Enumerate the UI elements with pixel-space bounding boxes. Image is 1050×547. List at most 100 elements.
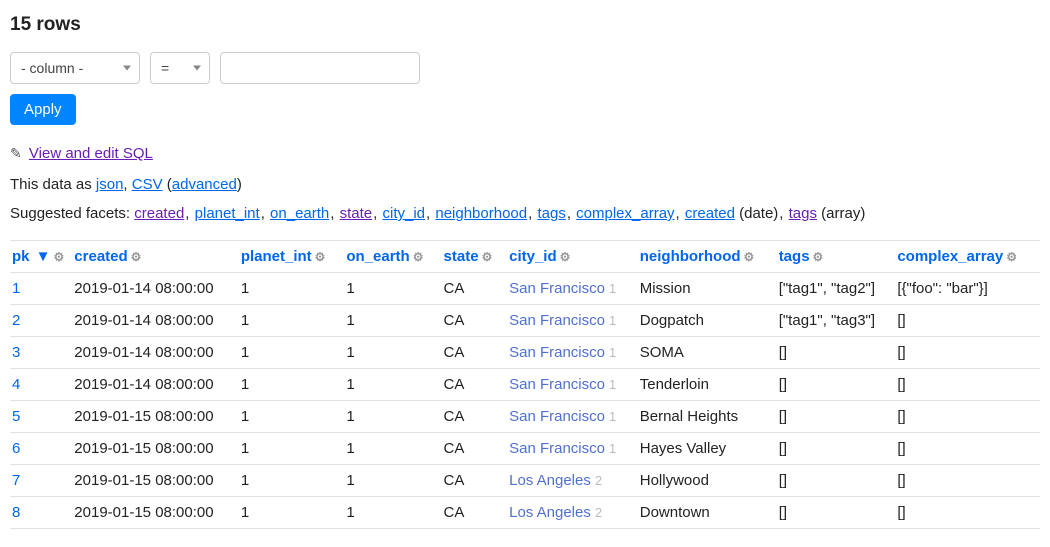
cell-created: 2019-01-15 08:00:00 [72,401,239,433]
cell-on-earth: 1 [344,337,441,369]
cell-state: CA [442,273,508,305]
row-pk-link[interactable]: 1 [12,280,20,297]
table-row: 12019-01-14 08:00:0011CASan Francisco1Mi… [10,273,1040,305]
export-advanced-link[interactable]: advanced [172,176,237,193]
cell-city-id: San Francisco 1 [507,369,638,401]
city-link[interactable]: Los Angeles [509,504,591,521]
cell-state: CA [442,465,508,497]
facet-link-complex_array[interactable]: complex_array [576,205,674,222]
city-link[interactable]: San Francisco [509,376,605,393]
gear-icon[interactable]: ⚙ [744,250,755,264]
cell-created: 2019-01-15 08:00:00 [72,497,239,529]
column-sort-link-city_id[interactable]: city_id [509,248,557,265]
column-sort-link-tags[interactable]: tags [779,248,810,265]
cell-complex-array: [] [895,497,1040,529]
cell-tags: [] [777,465,896,497]
facet-link-planet_int[interactable]: planet_int [195,205,260,222]
cell-neighborhood: Bernal Heights [638,401,777,433]
gear-icon[interactable]: ⚙ [315,250,326,264]
column-sort-link-created[interactable]: created [74,248,127,265]
view-edit-sql-link[interactable]: View and edit SQL [29,145,153,162]
column-sort-link-on_earth[interactable]: on_earth [346,248,409,265]
cell-state: CA [442,433,508,465]
chevron-down-icon [123,66,131,71]
cell-neighborhood: Mission [638,273,777,305]
sql-section: ✎ View and edit SQL [10,145,1040,162]
cell-tags: ["tag1", "tag3"] [777,305,896,337]
column-sort-link-neighborhood[interactable]: neighborhood [640,248,741,265]
facet-link-city_id[interactable]: city_id [382,205,425,222]
row-pk-link[interactable]: 2 [12,312,20,329]
city-id-badge: 1 [609,377,616,392]
city-link[interactable]: San Francisco [509,408,605,425]
table-row: 32019-01-14 08:00:0011CASan Francisco1SO… [10,337,1040,369]
cell-tags: ["tag1", "tag2"] [777,273,896,305]
table-row: 52019-01-15 08:00:0011CASan Francisco1Be… [10,401,1040,433]
column-sort-link-planet_int[interactable]: planet_int [241,248,312,265]
city-link[interactable]: San Francisco [509,440,605,457]
cell-on-earth: 1 [344,369,441,401]
facet-link-created[interactable]: created [134,205,184,222]
cell-city-id: San Francisco1 [507,337,638,369]
apply-button[interactable]: Apply [10,94,76,125]
cell-complex-array: [] [895,433,1040,465]
facet-link-neighborhood[interactable]: neighborhood [435,205,527,222]
cell-city-id: San Francisco1 [507,305,638,337]
pencil-icon: ✎ [10,145,22,161]
column-header-created: created ⚙ [72,241,239,273]
city-link[interactable]: San Francisco [509,280,605,297]
column-header-pk: pk ▼⚙ [10,241,72,273]
gear-icon[interactable]: ⚙ [560,250,571,264]
row-pk-link[interactable]: 8 [12,504,20,521]
row-pk-link[interactable]: 4 [12,376,20,393]
page-title: 15 rows [10,14,1040,36]
row-pk-link[interactable]: 7 [12,472,20,489]
cell-planet-int: 1 [239,465,345,497]
cell-tags: [] [777,497,896,529]
filter-value-input[interactable] [220,52,420,84]
gear-icon[interactable]: ⚙ [482,250,493,264]
cell-planet-int: 1 [239,433,345,465]
facet-link-state[interactable]: state [340,205,373,222]
export-csv-link[interactable]: CSV [132,176,163,193]
facet-link-tags[interactable]: tags [537,205,565,222]
row-pk-link[interactable]: 6 [12,440,20,457]
column-header-neighborhood: neighborhood⚙ [638,241,777,273]
facet-link-on_earth[interactable]: on_earth [270,205,329,222]
sort-arrow-icon: ▼ [32,248,51,265]
table-row: 62019-01-15 08:00:0011CASan Francisco1Ha… [10,433,1040,465]
filter-column-value: - column - [21,60,83,76]
gear-icon[interactable]: ⚙ [813,250,824,264]
city-link[interactable]: Los Angeles [509,472,591,489]
row-pk-link[interactable]: 3 [12,344,20,361]
cell-on-earth: 1 [344,433,441,465]
column-sort-link-pk[interactable]: pk [12,248,30,265]
city-link[interactable]: San Francisco [509,344,605,361]
city-id-badge: 1 [609,409,616,424]
gear-icon[interactable]: ⚙ [1006,250,1017,264]
export-json-link[interactable]: json [96,176,124,193]
filter-operator-select[interactable]: = [150,52,210,84]
cell-neighborhood: Dogpatch [638,305,777,337]
column-sort-link-state[interactable]: state [444,248,479,265]
cell-created: 2019-01-15 08:00:00 [72,465,239,497]
cell-city-id: San Francisco1 [507,273,638,305]
city-link[interactable]: San Francisco [509,312,605,329]
cell-complex-array: [] [895,305,1040,337]
cell-neighborhood: SOMA [638,337,777,369]
cell-planet-int: 1 [239,369,345,401]
gear-icon[interactable]: ⚙ [131,250,142,264]
filter-column-select[interactable]: - column - [10,52,140,84]
cell-state: CA [442,369,508,401]
gear-icon[interactable]: ⚙ [54,250,65,264]
row-pk-link[interactable]: 5 [12,408,20,425]
table-row: 42019-01-14 08:00:0011CASan Francisco1Te… [10,369,1040,401]
cell-on-earth: 1 [344,401,441,433]
gear-icon[interactable]: ⚙ [413,250,424,264]
facet-link-tags-extra[interactable]: tags [789,205,817,222]
cell-created: 2019-01-14 08:00:00 [72,337,239,369]
cell-complex-array: [] [895,401,1040,433]
facet-link-created-extra[interactable]: created [685,205,735,222]
cell-created: 2019-01-15 08:00:00 [72,433,239,465]
column-sort-link-complex_array[interactable]: complex_array [897,248,1003,265]
